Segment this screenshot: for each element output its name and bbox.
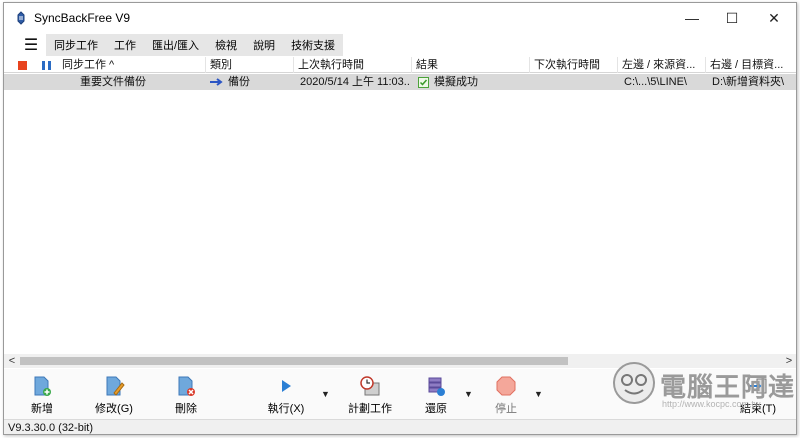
restore-icon bbox=[428, 377, 445, 396]
schedule-button[interactable]: 計劃工作 bbox=[340, 373, 400, 417]
menu-item-task[interactable]: 工作 bbox=[106, 34, 144, 56]
modify-button[interactable]: 修改(G) bbox=[84, 373, 144, 417]
maximize-icon: ☐ bbox=[725, 9, 739, 26]
restore-dropdown-icon[interactable]: ▼ bbox=[464, 389, 473, 399]
table-row[interactable]: 重要文件備份 備份 2020/5/14 上午 11:03... 模擬成功 C:\… bbox=[4, 74, 796, 90]
stop-label: 停止 bbox=[495, 403, 517, 415]
hamburger-menu-icon[interactable]: ☰ bbox=[16, 34, 46, 56]
edit-profile-icon bbox=[106, 376, 125, 396]
delete-label: 刪除 bbox=[175, 403, 197, 415]
status-bar: V9.3.30.0 (32-bit) bbox=[4, 419, 796, 434]
check-success-icon bbox=[418, 77, 429, 88]
column-header-type[interactable]: 類別 bbox=[206, 57, 294, 73]
menu-item-support[interactable]: 技術支援 bbox=[283, 34, 343, 56]
stop-dropdown-icon[interactable]: ▼ bbox=[534, 389, 543, 399]
result-cell: 模擬成功 bbox=[434, 76, 478, 88]
menu-item-import-export[interactable]: 匯出/匯入 bbox=[144, 34, 207, 56]
restore-button[interactable]: 還原 bbox=[406, 373, 466, 417]
new-profile-icon bbox=[34, 376, 51, 396]
last-run-cell: 2020/5/14 上午 11:03... bbox=[300, 76, 410, 88]
menu-group: 同步工作 工作 匯出/匯入 檢視 說明 技術支援 bbox=[46, 34, 344, 56]
watermark-url: http://www.kocpc.com.tw bbox=[662, 399, 761, 409]
scroll-right-icon[interactable]: > bbox=[782, 354, 796, 368]
menu-item-profile[interactable]: 同步工作 bbox=[46, 34, 106, 56]
play-icon bbox=[282, 380, 291, 392]
run-label: 執行(X) bbox=[267, 403, 305, 415]
delete-profile-icon bbox=[178, 376, 195, 396]
close-icon: ✕ bbox=[768, 9, 780, 26]
run-button[interactable]: 執行(X) bbox=[256, 373, 316, 417]
syncback-app-icon bbox=[17, 11, 25, 25]
column-header-next-run[interactable]: 下次執行時間 bbox=[530, 57, 618, 73]
window-title: SyncBackFree V9 bbox=[34, 11, 131, 25]
title-bar[interactable]: SyncBackFree V9 — ☐ ✕ bbox=[4, 3, 796, 33]
delete-button[interactable]: 刪除 bbox=[156, 373, 216, 417]
column-header-target[interactable]: 右邊 / 目標資... bbox=[706, 57, 796, 73]
new-button[interactable]: 新增 bbox=[12, 373, 72, 417]
minimize-button[interactable]: — bbox=[670, 3, 714, 33]
pause-icon[interactable] bbox=[42, 61, 51, 70]
type-cell: 備份 bbox=[228, 76, 250, 88]
arrow-right-icon bbox=[210, 78, 223, 86]
app-window: SyncBackFree V9 — ☐ ✕ ☰ 同步工作 工作 匯出/匯入 檢視… bbox=[3, 2, 797, 435]
watermark-logo-icon bbox=[613, 362, 655, 404]
minimize-icon: — bbox=[685, 10, 699, 26]
maximize-button[interactable]: ☐ bbox=[710, 3, 754, 33]
stop-sign-icon bbox=[496, 376, 516, 396]
column-header-source[interactable]: 左邊 / 來源資... bbox=[618, 57, 706, 73]
schedule-label: 計劃工作 bbox=[348, 403, 392, 415]
restore-label: 還原 bbox=[425, 403, 447, 415]
menu-item-help[interactable]: 說明 bbox=[245, 34, 283, 56]
watermark: 電腦王阿達 http://www.kocpc.com.tw bbox=[604, 353, 794, 409]
version-text: V9.3.30.0 (32-bit) bbox=[8, 422, 93, 434]
run-dropdown-icon[interactable]: ▼ bbox=[321, 389, 330, 399]
new-label: 新增 bbox=[31, 403, 53, 415]
column-header-profile[interactable]: 同步工作 ^ bbox=[58, 57, 206, 73]
source-cell: C:\...\5\LINE\ bbox=[624, 76, 687, 88]
stop-square-icon[interactable] bbox=[18, 61, 27, 70]
column-header-last-run[interactable]: 上次執行時間 bbox=[294, 57, 412, 73]
menu-item-view[interactable]: 檢視 bbox=[207, 34, 245, 56]
target-cell: D:\新增資料夾\ bbox=[712, 76, 785, 88]
modify-label: 修改(G) bbox=[95, 403, 133, 415]
scroll-thumb[interactable] bbox=[20, 357, 568, 365]
menu-bar: ☰ 同步工作 工作 匯出/匯入 檢視 說明 技術支援 bbox=[16, 34, 344, 56]
close-button[interactable]: ✕ bbox=[752, 3, 796, 33]
profile-list-header: 同步工作 ^ 類別 上次執行時間 結果 下次執行時間 左邊 / 來源資... 右… bbox=[4, 57, 796, 73]
profile-name-cell: 重要文件備份 bbox=[80, 76, 146, 88]
scroll-left-icon[interactable]: < bbox=[5, 354, 19, 368]
column-header-result[interactable]: 結果 bbox=[412, 57, 530, 73]
stop-button[interactable]: 停止 bbox=[476, 373, 536, 417]
schedule-clock-icon bbox=[360, 376, 380, 396]
